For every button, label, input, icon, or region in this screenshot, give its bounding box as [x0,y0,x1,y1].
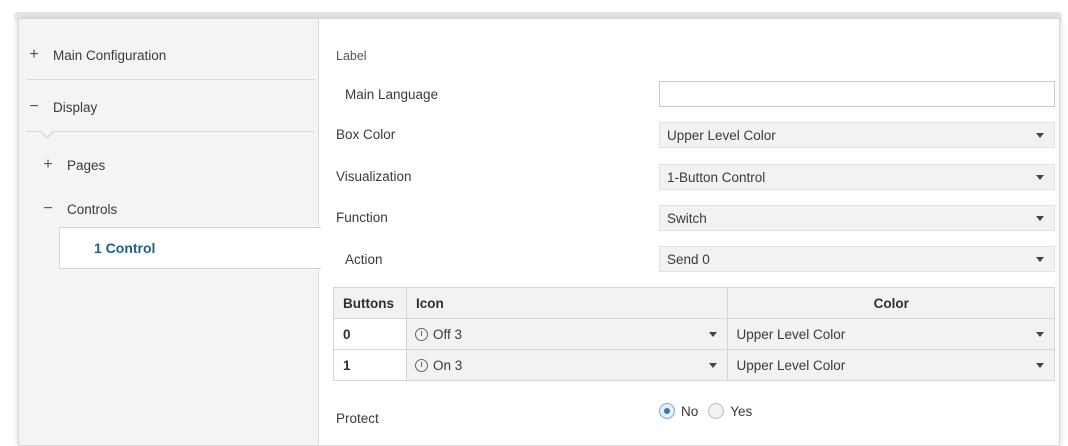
chevron-down-icon [1036,363,1044,368]
color-value: Upper Level Color [736,357,846,373]
table-header-row: Buttons Icon Color [333,287,1055,319]
dropdown-value: 1-Button Control [667,169,766,185]
visualization-dropdown[interactable]: 1-Button Control [659,164,1055,190]
chevron-down-icon [1036,175,1044,180]
action-dropdown[interactable]: Send 0 [659,246,1055,272]
column-header-color: Color [727,287,1055,319]
radio-label: Yes [730,403,753,419]
sidebar-item-label: 1 Control [94,240,156,256]
sidebar-item-pages[interactable]: + Pages [19,143,319,187]
chevron-down-icon [1036,133,1044,138]
icon-value: Off 3 [432,326,462,342]
icon-value: On 3 [432,357,463,373]
color-dropdown[interactable]: Upper Level Color [727,349,1055,381]
sidebar-item-main-configuration[interactable]: + Main Configuration [19,33,319,77]
sidebar-item-label: Controls [67,201,118,217]
main-language-label: Main Language [345,87,439,102]
button-number: 1 [333,349,407,381]
protect-radio-group: No Yes [659,403,762,419]
chevron-down-icon [1036,332,1044,337]
expand-icon[interactable]: + [41,156,55,174]
chevron-down-icon [709,332,718,337]
collapse-icon[interactable]: − [41,200,55,218]
column-header-buttons: Buttons [333,287,407,319]
dropdown-value: Send 0 [667,251,710,267]
parameters-window: + Main Configuration − Display + Pages −… [18,18,1060,446]
function-dropdown[interactable]: Switch [659,205,1055,231]
sidebar-item-display[interactable]: − Display [19,85,319,129]
icon-dropdown[interactable]: On 3 [405,349,729,381]
power-off-icon [414,327,428,341]
button-number: 0 [333,318,407,350]
expand-icon[interactable]: + [27,46,41,64]
color-value: Upper Level Color [736,326,846,342]
radio-label: No [681,403,699,419]
box-color-dropdown[interactable]: Upper Level Color [659,122,1055,148]
buttons-table: Buttons Icon Color 0 Off 3 Upper Level C… [333,287,1055,381]
protect-yes-radio[interactable] [708,403,725,419]
table-row: 1 On 3 Upper Level Color [333,349,1055,381]
action-label: Action [345,252,383,267]
parameters-panel: Label Main Language Box Color Upper Leve… [319,19,1059,445]
sidebar: + Main Configuration − Display + Pages −… [19,19,321,445]
sidebar-item-label: Pages [67,157,106,173]
sidebar-item-label: Display [53,99,98,115]
label-heading: Label [336,49,367,63]
table-row: 0 Off 3 Upper Level Color [333,318,1055,350]
function-label: Function [336,210,388,225]
protect-label: Protect [336,411,379,426]
sidebar-item-label: Main Configuration [53,47,167,63]
dropdown-value: Switch [667,210,707,226]
protect-no-radio[interactable] [659,403,675,419]
visualization-label: Visualization [336,169,412,184]
box-color-label: Box Color [336,127,396,142]
sidebar-item-1-control[interactable]: 1 Control [59,227,321,269]
column-header-icon: Icon [405,287,729,319]
chevron-down-icon [1036,216,1044,221]
chevron-down-icon [1036,257,1044,262]
main-language-input[interactable] [659,81,1055,107]
dropdown-value: Upper Level Color [667,127,776,143]
power-on-icon [414,358,428,372]
color-dropdown[interactable]: Upper Level Color [727,318,1055,350]
divider [27,79,315,80]
divider [27,131,315,132]
expanded-notch [39,130,55,139]
sidebar-item-controls[interactable]: − Controls [19,187,319,231]
chevron-down-icon [709,363,718,368]
collapse-icon[interactable]: − [27,98,41,116]
icon-dropdown[interactable]: Off 3 [405,318,729,350]
